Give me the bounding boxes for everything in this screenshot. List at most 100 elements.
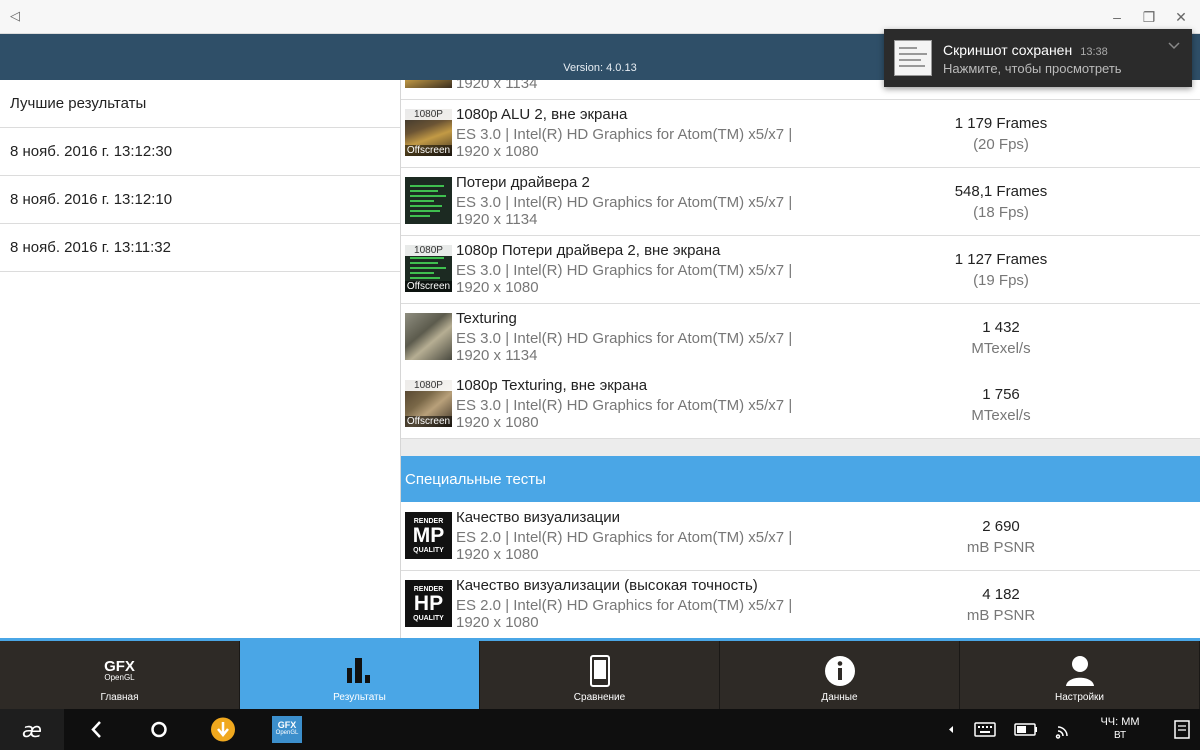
render-quality-mp-icon: RENDER MP QUALITY bbox=[405, 512, 452, 559]
result-resolution: 1920 x 1134 bbox=[456, 80, 538, 92]
tab-settings[interactable]: Настройки bbox=[960, 641, 1200, 709]
benchmark-thumbnail: 1080P Offscreen bbox=[405, 380, 452, 427]
screenshot-thumbnail bbox=[894, 40, 932, 76]
result-value: 1 127 Frames bbox=[954, 251, 1048, 268]
tab-results[interactable]: Результаты bbox=[240, 641, 480, 709]
offscreen-tag: Offscreen bbox=[405, 145, 452, 156]
result-value: 4 182 bbox=[982, 586, 1020, 603]
hd-tag: 1080P bbox=[405, 380, 452, 391]
tray-expand-icon[interactable] bbox=[944, 709, 958, 750]
result-spec: ES 2.0 | Intel(R) HD Graphics for Atom(T… bbox=[456, 529, 793, 546]
history-item-label: 8 нояб. 2016 г. 13:11:32 bbox=[10, 239, 171, 256]
notifications-panel-icon[interactable] bbox=[1172, 709, 1192, 750]
notification-title: Скриншот сохранен bbox=[943, 42, 1073, 58]
result-history-list: Лучшие результаты 8 нояб. 2016 г. 13:12:… bbox=[0, 80, 401, 638]
minimize-icon[interactable]: – bbox=[1108, 8, 1126, 26]
result-row[interactable]: 1080P Offscreen 1080p Texturing, вне экр… bbox=[401, 371, 1200, 439]
result-value: 1 179 Frames bbox=[954, 115, 1048, 132]
history-item[interactable]: 8 нояб. 2016 г. 13:12:30 bbox=[0, 128, 400, 176]
phone-icon bbox=[589, 655, 611, 692]
result-row[interactable]: 1080P Offscreen 1080p Потери драйвера 2,… bbox=[401, 236, 1200, 304]
section-header-special: Специальные тесты bbox=[401, 456, 1200, 502]
keyboard-icon[interactable] bbox=[972, 709, 998, 750]
result-resolution: 1920 x 1080 bbox=[456, 414, 539, 431]
home-icon[interactable] bbox=[142, 709, 176, 750]
result-title: Качество визуализации bbox=[456, 509, 621, 526]
result-spec: ES 3.0 | Intel(R) HD Graphics for Atom(T… bbox=[456, 397, 793, 414]
history-item-best[interactable]: Лучшие результаты bbox=[0, 80, 400, 128]
result-title: 1080p Texturing, вне экрана bbox=[456, 377, 648, 394]
history-item-label: Лучшие результаты bbox=[10, 95, 147, 112]
svg-text:æ: æ bbox=[22, 718, 42, 742]
screenshot-notification[interactable]: Скриншот сохранен 13:38 Нажмите, чтобы пр… bbox=[884, 29, 1192, 87]
result-value: 1 432 bbox=[982, 319, 1020, 336]
window-back-icon[interactable]: ◁ bbox=[10, 8, 20, 24]
history-item[interactable]: 8 нояб. 2016 г. 13:11:32 bbox=[0, 224, 400, 272]
result-value: 548,1 Frames bbox=[954, 183, 1048, 200]
result-title: Texturing bbox=[456, 310, 517, 327]
result-title: 1080p Потери драйвера 2, вне экрана bbox=[456, 242, 721, 259]
result-row[interactable]: RENDER MP QUALITY Качество визуализации … bbox=[401, 503, 1200, 571]
system-clock[interactable]: ЧЧ: ММ ВТ bbox=[1092, 715, 1148, 743]
result-value: 1 756 bbox=[982, 386, 1020, 403]
result-resolution: 1920 x 1134 bbox=[456, 347, 538, 364]
benchmark-thumbnail bbox=[405, 80, 452, 88]
result-unit: MTexel/s bbox=[971, 340, 1031, 357]
tab-compare[interactable]: Сравнение bbox=[480, 641, 720, 709]
cast-icon[interactable] bbox=[1054, 709, 1076, 750]
history-item-label: 8 нояб. 2016 г. 13:12:10 bbox=[10, 191, 173, 208]
offscreen-tag: Offscreen bbox=[405, 281, 452, 292]
restore-icon[interactable]: ❐ bbox=[1140, 8, 1158, 26]
hd-tag: 1080P bbox=[405, 109, 452, 120]
tab-label: Сравнение bbox=[573, 692, 626, 703]
expand-chevron-icon[interactable] bbox=[1168, 41, 1180, 53]
benchmark-thumbnail bbox=[405, 313, 452, 360]
result-unit: MTexel/s bbox=[971, 407, 1031, 424]
tab-label: Данные bbox=[821, 692, 858, 703]
benchmark-results-list: 1920 x 1134 1080P Offscreen 1080p ALU 2,… bbox=[401, 80, 1200, 638]
history-item-label: 8 нояб. 2016 г. 13:12:30 bbox=[10, 143, 173, 160]
result-row[interactable]: 1080P Offscreen 1080p ALU 2, вне экрана … bbox=[401, 100, 1200, 168]
gfx-app-tile-icon[interactable]: GFX OpenGL bbox=[272, 716, 302, 743]
tab-home[interactable]: GFX OpenGL Главная bbox=[0, 641, 240, 709]
bottom-tab-bar: GFX OpenGL Главная Результаты Сравнение … bbox=[0, 638, 1200, 709]
clock-time: ЧЧ: ММ bbox=[1100, 716, 1140, 728]
system-taskbar: æ GFX OpenGL ЧЧ: ММ ВТ bbox=[0, 709, 1200, 750]
download-icon[interactable] bbox=[206, 709, 240, 750]
result-unit: mB PSNR bbox=[966, 607, 1036, 624]
section-header-label: Специальные тесты bbox=[405, 470, 546, 488]
tab-info[interactable]: Данные bbox=[720, 641, 960, 709]
result-unit: mB PSNR bbox=[966, 539, 1036, 556]
list-spacer bbox=[401, 439, 1200, 456]
benchmark-thumbnail: 1080P Offscreen bbox=[405, 109, 452, 156]
result-resolution: 1920 x 1134 bbox=[456, 211, 538, 228]
tab-label: Результаты bbox=[333, 692, 386, 703]
info-icon bbox=[824, 655, 856, 692]
benchmark-thumbnail bbox=[405, 177, 452, 224]
back-icon[interactable] bbox=[80, 709, 114, 750]
bar-chart-icon bbox=[344, 655, 376, 690]
notification-subtitle: Нажмите, чтобы просмотреть bbox=[943, 61, 1122, 76]
result-spec: ES 3.0 | Intel(R) HD Graphics for Atom(T… bbox=[456, 126, 793, 143]
result-spec: ES 3.0 | Intel(R) HD Graphics for Atom(T… bbox=[456, 262, 793, 279]
result-unit: (18 Fps) bbox=[973, 204, 1029, 221]
result-spec: ES 2.0 | Intel(R) HD Graphics for Atom(T… bbox=[456, 597, 793, 614]
render-quality-hp-icon: RENDER HP QUALITY bbox=[405, 580, 452, 627]
history-item[interactable]: 8 нояб. 2016 г. 13:12:10 bbox=[0, 176, 400, 224]
result-row[interactable]: Потери драйвера 2 ES 3.0 | Intel(R) HD G… bbox=[401, 168, 1200, 236]
tab-label: Главная bbox=[100, 692, 139, 703]
result-row[interactable]: RENDER HP QUALITY Качество визуализации … bbox=[401, 571, 1200, 638]
result-resolution: 1920 x 1080 bbox=[456, 546, 539, 563]
result-unit: (20 Fps) bbox=[973, 136, 1029, 153]
offscreen-tag: Offscreen bbox=[405, 416, 452, 427]
result-value: 2 690 bbox=[982, 518, 1020, 535]
result-row[interactable]: Texturing ES 3.0 | Intel(R) HD Graphics … bbox=[401, 304, 1200, 372]
battery-icon[interactable] bbox=[1012, 709, 1040, 750]
user-icon bbox=[1065, 655, 1095, 692]
close-icon[interactable]: ✕ bbox=[1172, 8, 1190, 26]
tab-label: Настройки bbox=[1054, 692, 1105, 703]
clock-day: ВТ bbox=[1113, 730, 1127, 741]
notification-time: 13:38 bbox=[1080, 46, 1108, 58]
result-resolution: 1920 x 1080 bbox=[456, 614, 539, 631]
launcher-icon[interactable]: æ bbox=[0, 709, 64, 750]
